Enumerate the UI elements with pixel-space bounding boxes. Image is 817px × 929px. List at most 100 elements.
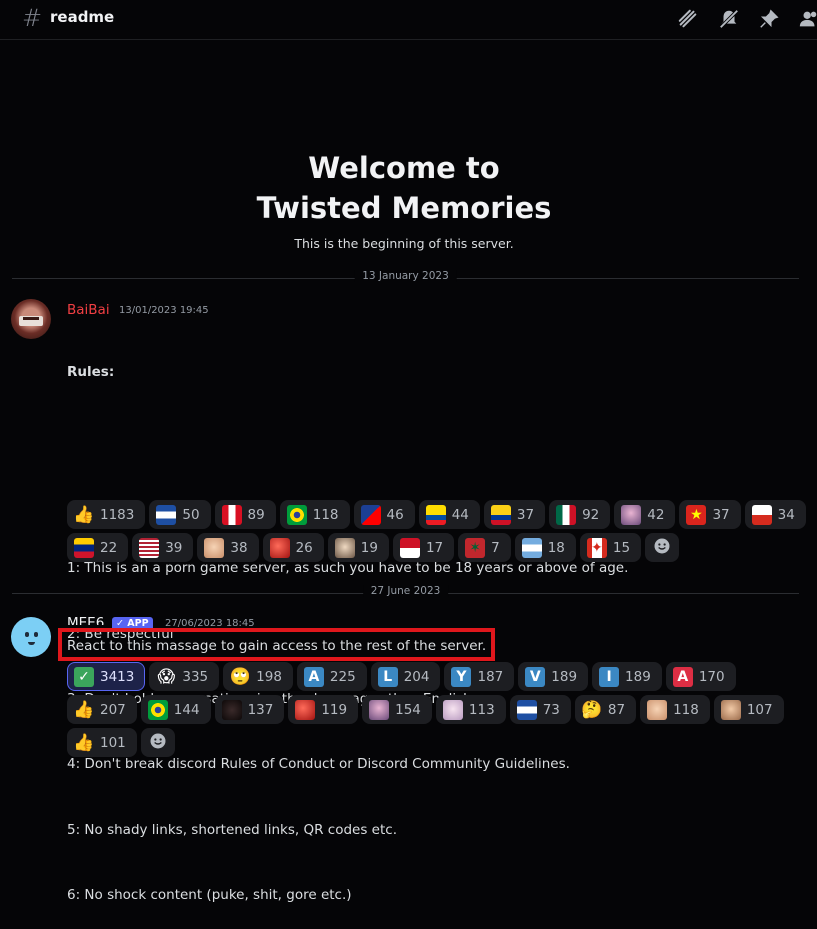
reaction-button[interactable]: A 170 <box>665 662 736 691</box>
reaction-count: 39 <box>165 539 183 556</box>
reaction-button[interactable]: 44 <box>418 500 480 529</box>
reaction-button[interactable]: 118 <box>640 695 710 724</box>
reaction-count: 189 <box>625 668 651 685</box>
channel-name: readme <box>50 8 115 26</box>
reaction-button[interactable]: 39 <box>132 533 194 562</box>
reaction-count: 189 <box>551 668 578 685</box>
reaction-count: 38 <box>230 539 248 556</box>
custom-red-emoji <box>269 537 290 558</box>
reaction-count: 137 <box>247 701 274 718</box>
thinking-emoji: 🤔 <box>581 699 602 720</box>
avatar[interactable] <box>11 617 51 657</box>
reaction-button[interactable]: 22 <box>67 533 129 562</box>
custom-anime-emoji <box>369 699 390 720</box>
reaction-count: 1183 <box>100 506 135 523</box>
reaction-button[interactable]: 👍 1183 <box>67 500 146 529</box>
welcome-title: Welcome to Twisted Memories <box>256 151 552 225</box>
flag-indonesia-emoji <box>399 537 420 558</box>
reaction-count: 15 <box>612 539 631 556</box>
welcome-subtitle: This is the beginning of this server. <box>294 236 514 251</box>
reaction-button[interactable]: 18 <box>514 533 576 562</box>
reaction-button[interactable]: 😱 335 <box>149 662 220 691</box>
highlight-box <box>58 628 495 661</box>
reaction-button[interactable]: 89 <box>214 500 276 529</box>
reaction-button[interactable]: 👍 207 <box>67 695 137 724</box>
reaction-button[interactable]: 92 <box>549 500 611 529</box>
reaction-button[interactable]: 137 <box>214 695 285 724</box>
reaction-count: 119 <box>321 701 348 718</box>
letter-v-emoji: V <box>525 666 546 687</box>
reaction-button[interactable]: 107 <box>713 695 784 724</box>
reaction-button[interactable]: 🙄 198 <box>223 662 293 691</box>
reaction-count: 18 <box>547 539 565 556</box>
avatar[interactable] <box>11 299 51 339</box>
flag-colombia-emoji <box>490 504 511 525</box>
reaction-button[interactable]: 34 <box>744 500 806 529</box>
letter-i-emoji: I <box>599 666 620 687</box>
reaction-count: 50 <box>182 506 200 523</box>
reactions-bar: 👍 1183 50 89 118 46 44 37 92 42 ★ 37 34 22 39 38 26 19 17 ✶… <box>67 500 807 562</box>
reaction-button[interactable]: ★ 37 <box>679 500 741 529</box>
reaction-count: 225 <box>329 668 356 685</box>
threads-icon[interactable] <box>677 8 699 30</box>
flag-usa-emoji <box>139 537 160 558</box>
reaction-count: 34 <box>777 506 795 523</box>
author-name[interactable]: MEE6 <box>67 615 104 625</box>
reaction-button[interactable]: 144 <box>140 695 211 724</box>
add-reaction-button[interactable] <box>140 728 175 757</box>
reaction-button[interactable]: 73 <box>509 695 571 724</box>
mute-bell-icon[interactable] <box>718 8 740 30</box>
reaction-count: 107 <box>746 701 773 718</box>
hashtag-icon: # <box>22 4 43 32</box>
reactions-bar: ✓ 3413 😱 335 🙄 198 A 225 L 204 Y 187 V 189 I 189 A 170 👍 20… <box>67 662 807 757</box>
letter-a-red-emoji: A <box>672 666 693 687</box>
reaction-button[interactable]: 119 <box>288 695 359 724</box>
custom-face-emoji <box>647 699 668 720</box>
reaction-button[interactable]: 🤔 87 <box>574 695 637 724</box>
reaction-button[interactable]: L 204 <box>370 662 441 691</box>
reaction-count: 101 <box>100 734 126 751</box>
custom-dark-emoji <box>221 699 242 720</box>
reaction-button[interactable]: 50 <box>149 500 211 529</box>
members-icon[interactable] <box>798 8 817 30</box>
reaction-count: 204 <box>403 668 430 685</box>
reaction-button[interactable]: I 189 <box>592 662 662 691</box>
reaction-button[interactable]: Y 187 <box>444 662 515 691</box>
reaction-count: 118 <box>312 506 339 523</box>
flag-morocco-emoji: ✶ <box>465 537 486 558</box>
date-divider: 27 June 2023 <box>12 585 799 597</box>
reaction-count: 73 <box>542 701 560 718</box>
reaction-button[interactable]: 113 <box>435 695 506 724</box>
reaction-button[interactable]: 46 <box>353 500 415 529</box>
letter-a-emoji: A <box>303 666 324 687</box>
reaction-button[interactable]: 19 <box>327 533 389 562</box>
flag-ecuador-emoji <box>425 504 446 525</box>
reaction-count: 198 <box>256 668 282 685</box>
reaction-button[interactable]: 154 <box>362 695 432 724</box>
reaction-count: 87 <box>607 701 626 718</box>
thumbs-up-emoji: 👍 <box>74 699 94 720</box>
reaction-button[interactable]: 17 <box>392 533 455 562</box>
message-timestamp: 13/01/2023 19:45 <box>119 305 209 316</box>
author-name[interactable]: BaiBai <box>67 302 110 318</box>
add-reaction-button[interactable] <box>645 533 680 562</box>
reaction-button[interactable]: 38 <box>197 533 259 562</box>
add-reaction-icon <box>149 732 167 754</box>
reaction-button[interactable]: 👍 101 <box>67 728 137 757</box>
reaction-button[interactable]: 42 <box>614 500 676 529</box>
reaction-button[interactable]: 37 <box>483 500 546 529</box>
reaction-button[interactable]: 26 <box>262 533 324 562</box>
letter-y-emoji: Y <box>451 666 472 687</box>
reaction-count: 144 <box>173 701 200 718</box>
reaction-button[interactable]: V 189 <box>518 662 589 691</box>
flag-canada-emoji: ✦ <box>586 537 607 558</box>
pin-icon[interactable] <box>758 8 780 30</box>
custom-face-emoji <box>204 537 225 558</box>
reaction-button[interactable]: ✦ 15 <box>579 533 642 562</box>
reaction-button[interactable]: ✶ 7 <box>458 533 511 562</box>
reaction-button[interactable]: 118 <box>279 500 350 529</box>
thumbs-up-emoji: 👍 <box>74 504 94 525</box>
reaction-count: 89 <box>247 506 265 523</box>
reaction-button[interactable]: A 225 <box>296 662 367 691</box>
reaction-button[interactable]: ✓ 3413 <box>67 662 146 691</box>
